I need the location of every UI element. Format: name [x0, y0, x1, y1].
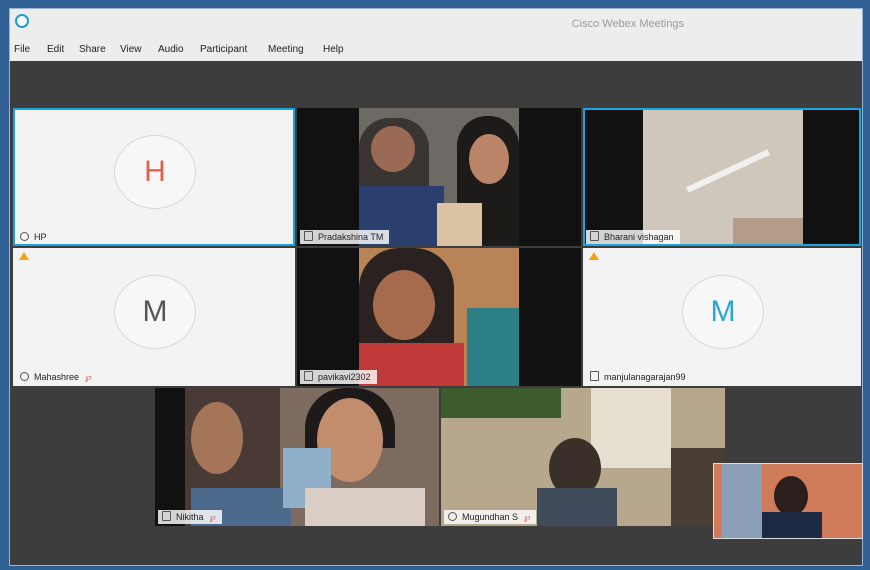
warning-icon [19, 252, 29, 260]
screen-icon [590, 231, 599, 241]
participant-name: Mugundhan S [462, 512, 519, 522]
participant-video [297, 108, 581, 246]
audio-icon [448, 512, 457, 521]
title-bar: Cisco Webex Meetings [10, 9, 862, 41]
menu-help[interactable]: Help [323, 44, 344, 55]
audio-icon [20, 372, 29, 381]
participant-tile-manjula[interactable]: M manjulanagarajan99 [583, 248, 861, 386]
participant-video [441, 388, 725, 526]
menu-share[interactable]: Share [79, 44, 106, 55]
participant-name: Nikitha [176, 512, 204, 522]
participant-name: Bharani vishagan [604, 232, 674, 242]
participant-name: manjulanagarajan99 [604, 372, 686, 382]
self-view-video[interactable] [713, 463, 863, 539]
audio-icon [20, 232, 29, 241]
participant-name: Pradakshina TM [318, 232, 384, 242]
avatar: M [114, 275, 196, 349]
participant-tile-pavikavi[interactable]: pavikavi2302 [297, 248, 581, 386]
participant-video [155, 388, 439, 526]
menu-audio[interactable]: Audio [158, 44, 184, 55]
participant-tile-mahashree[interactable]: M Mahashree ℘ [13, 248, 295, 386]
participant-video [297, 248, 581, 386]
screen-icon [162, 511, 171, 521]
screen-icon [590, 371, 599, 381]
avatar: H [114, 135, 196, 209]
menu-view[interactable]: View [120, 44, 142, 55]
screen-icon [304, 231, 313, 241]
participant-name-plate: pavikavi2302 [300, 370, 377, 384]
muted-mic-icon: ℘ [524, 512, 531, 522]
muted-mic-icon: ℘ [85, 372, 92, 382]
muted-mic-icon: ℘ [209, 512, 216, 522]
menu-participant[interactable]: Participant [200, 44, 247, 55]
participant-name-plate: manjulanagarajan99 [586, 370, 692, 384]
participant-name-plate: Mugundhan S ℘ [444, 510, 537, 524]
menu-meeting[interactable]: Meeting [268, 44, 304, 55]
participant-tile-bharani[interactable]: Bharani vishagan [583, 108, 861, 246]
participant-name: Mahashree [34, 372, 80, 382]
participant-tile-pradakshina[interactable]: Pradakshina TM [297, 108, 581, 246]
participant-name-plate: Nikitha ℘ [158, 510, 222, 524]
participant-name-plate: Pradakshina TM [300, 230, 390, 244]
participant-tile-nikitha[interactable]: Nikitha ℘ [155, 388, 439, 526]
window-title: Cisco Webex Meetings [571, 18, 684, 30]
participant-video [583, 108, 861, 246]
participant-tile-mugundhan[interactable]: Mugundhan S ℘ [441, 388, 725, 526]
participant-tile-hp[interactable]: H HP [13, 108, 295, 246]
participant-name: pavikavi2302 [318, 372, 371, 382]
participant-name-plate: HP [16, 230, 53, 244]
warning-icon [589, 252, 599, 260]
participant-name-plate: Bharani vishagan [586, 230, 680, 244]
participant-name: HP [34, 232, 47, 242]
avatar: M [682, 275, 764, 349]
screen-icon [304, 371, 313, 381]
webex-window: Cisco Webex Meetings File Edit Share Vie… [9, 8, 863, 566]
menu-edit[interactable]: Edit [47, 44, 64, 55]
video-grid: H HP Pradakshina TM Bharani vishagan M M… [10, 61, 863, 565]
menu-file[interactable]: File [14, 44, 30, 55]
menu-bar: File Edit Share View Audio Participant M… [10, 41, 862, 61]
participant-name-plate: Mahashree ℘ [16, 370, 97, 384]
